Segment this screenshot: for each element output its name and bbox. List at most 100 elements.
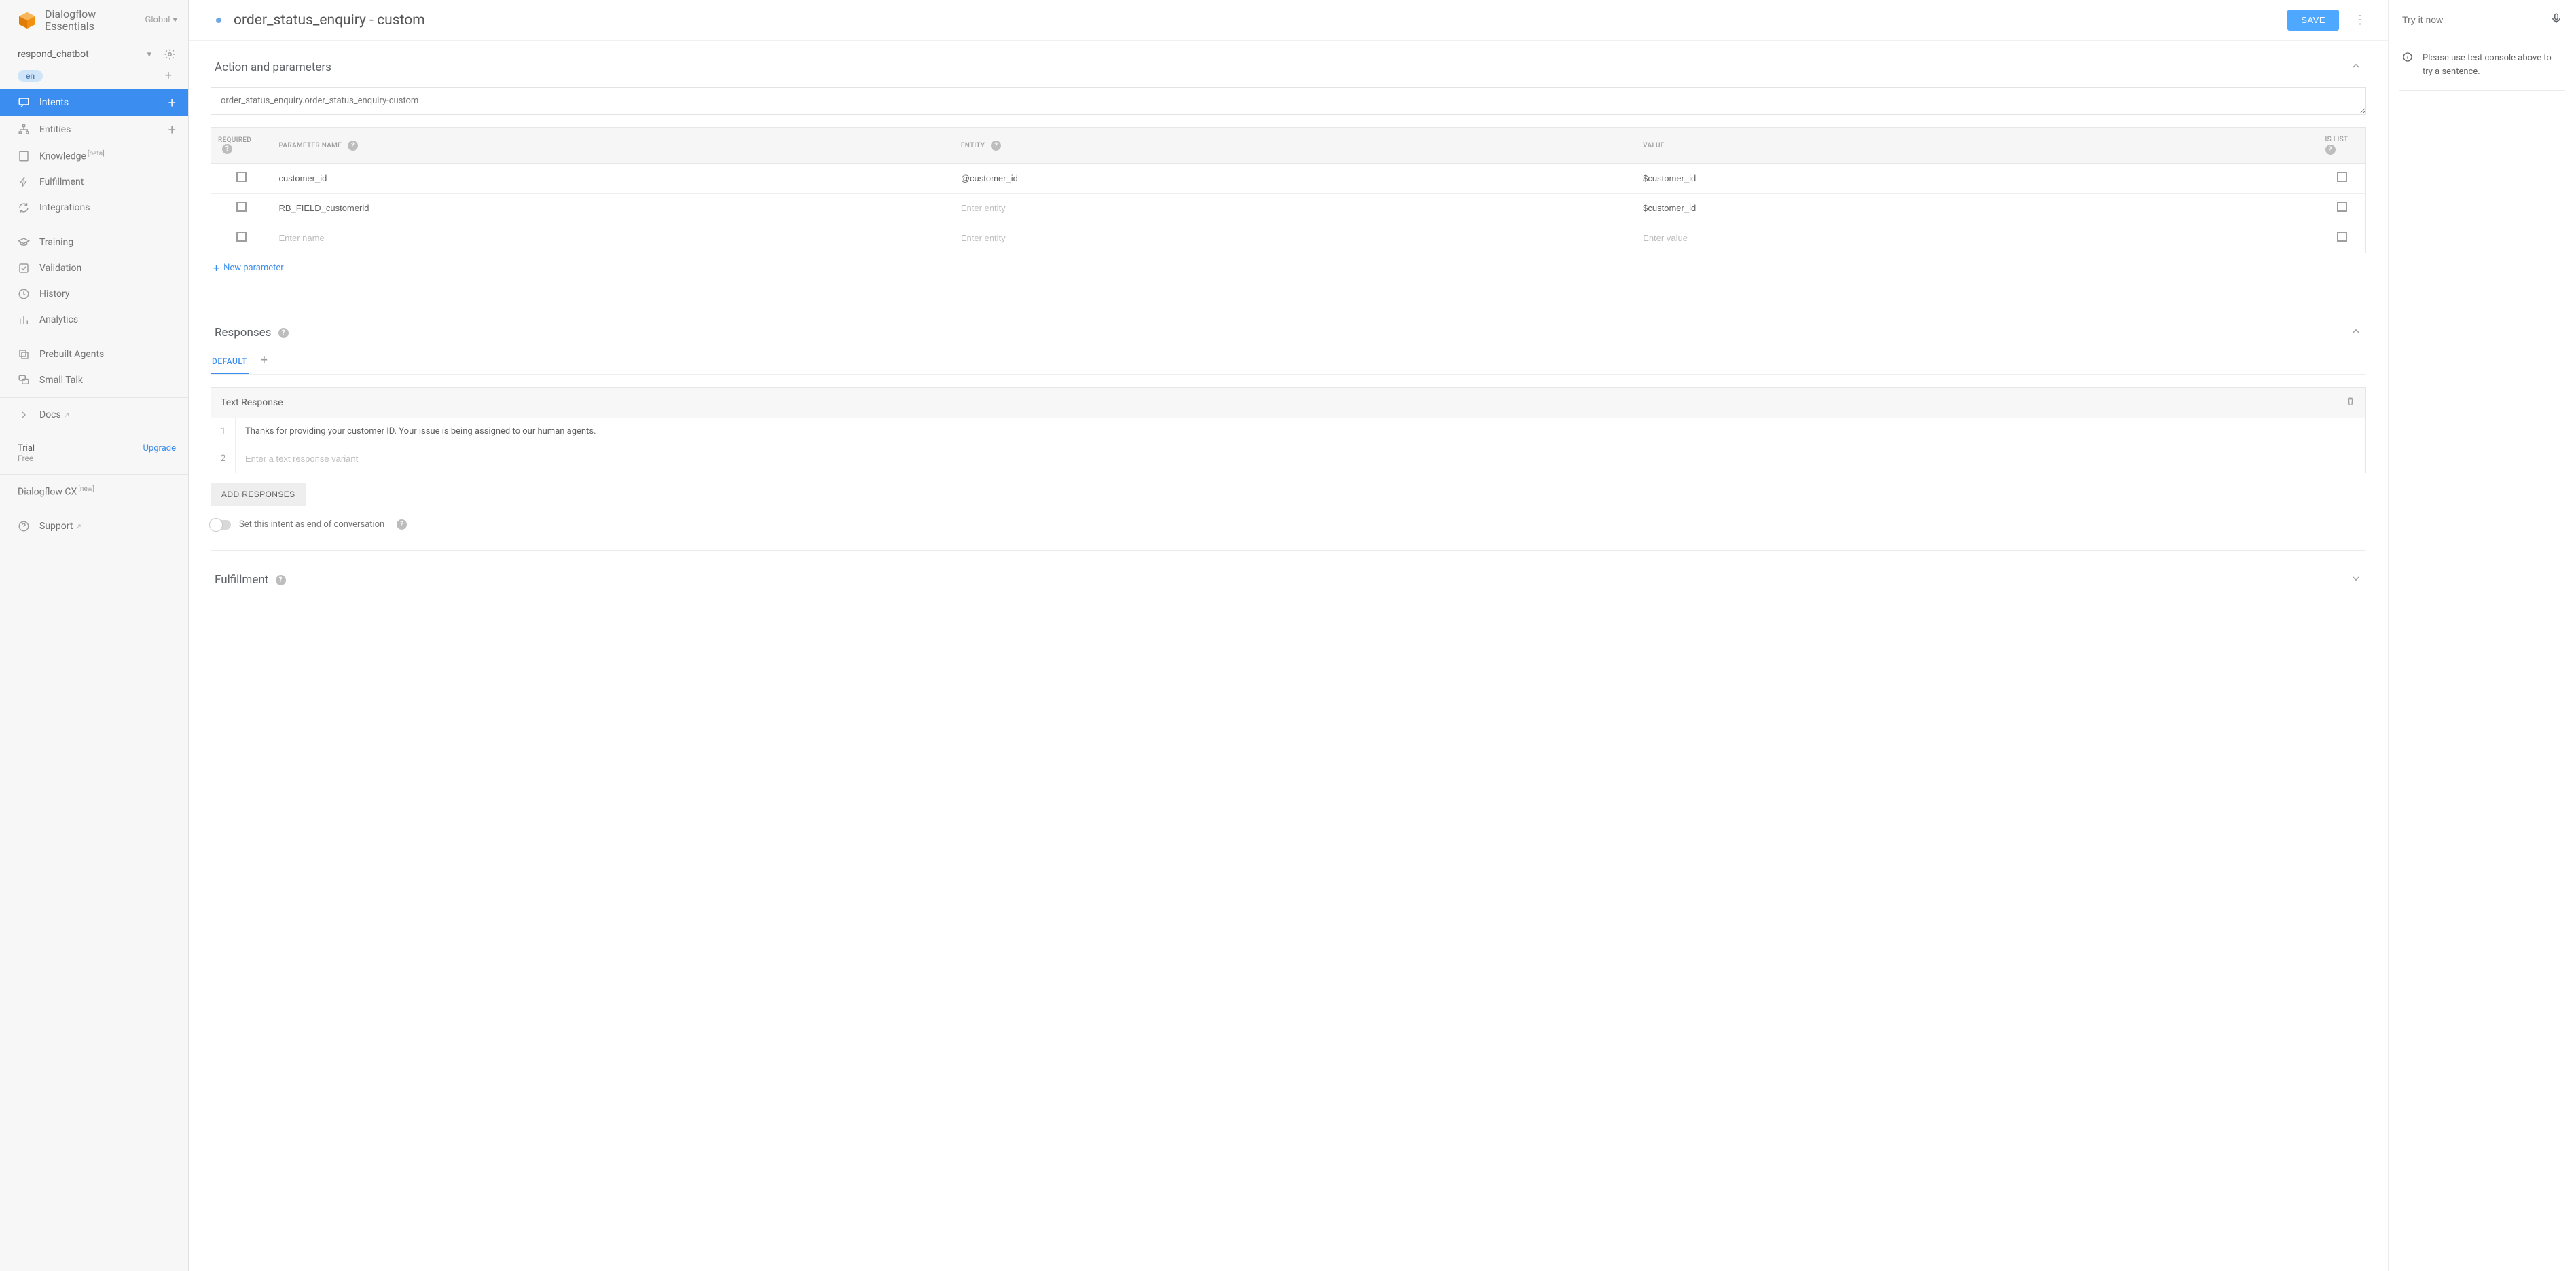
islist-checkbox[interactable] (2337, 172, 2347, 182)
col-parameter-name: PARAMETER NAME (279, 142, 342, 149)
sidebar-item-analytics[interactable]: Analytics (0, 307, 188, 333)
chat-bubbles-icon (18, 374, 30, 386)
sidebar-item-label: Support ↗ (39, 521, 176, 532)
check-badge-icon (18, 262, 30, 274)
try-it-input[interactable] (2402, 14, 2550, 25)
sidebar-item-intents[interactable]: Intents + (0, 89, 188, 116)
parameters-table: REQUIRED ? PARAMETER NAME ? ENTITY ? VAL… (211, 127, 2366, 253)
gear-icon[interactable] (164, 48, 176, 60)
section-header-responses[interactable]: Responses ? (211, 320, 2366, 346)
help-icon[interactable]: ? (276, 575, 286, 585)
region-selector[interactable]: Global ▾ (145, 15, 178, 25)
brand-line1: Dialogflow (45, 8, 96, 20)
param-value-input[interactable] (1643, 173, 2311, 183)
upgrade-link[interactable]: Upgrade (143, 443, 176, 454)
param-value-input[interactable] (1643, 203, 2311, 213)
save-button[interactable]: SAVE (2287, 10, 2339, 31)
agent-name[interactable]: respond_chatbot (18, 49, 141, 60)
sidebar-item-knowledge[interactable]: Knowledge[beta] (0, 143, 188, 169)
param-name-input[interactable] (279, 203, 947, 213)
param-entity-input[interactable] (961, 173, 1629, 183)
response-text-input[interactable] (245, 454, 2356, 464)
section-header-fulfillment[interactable]: Fulfillment ? (211, 567, 2366, 593)
sidebar-item-training[interactable]: Training (0, 229, 188, 255)
section-title: Action and parameters (215, 60, 331, 74)
sidebar-item-history[interactable]: History (0, 281, 188, 307)
caret-down-icon: ▾ (173, 15, 177, 25)
tab-default[interactable]: DEFAULT (211, 350, 249, 374)
chevron-up-icon[interactable] (2350, 60, 2362, 75)
chevron-up-icon[interactable] (2350, 325, 2362, 340)
text-response-title: Text Response (221, 397, 283, 408)
page-title: order_status_enquiry - custom (234, 12, 2275, 29)
language-pill[interactable]: en (18, 70, 43, 82)
sidebar-item-docs[interactable]: Docs ↗ (0, 402, 188, 428)
sidebar-item-validation[interactable]: Validation (0, 255, 188, 281)
bar-chart-icon (18, 314, 30, 326)
sidebar-item-integrations[interactable]: Integrations (0, 195, 188, 221)
response-text[interactable]: Thanks for providing your customer ID. Y… (245, 426, 596, 437)
try-it-message: Please use test console above to try a s… (2389, 39, 2576, 90)
sidebar-item-label: Dialogflow CX[new] (18, 485, 176, 498)
row-number: 1 (211, 418, 236, 445)
sidebar-item-label: Analytics (39, 314, 176, 325)
sidebar-item-label: Prebuilt Agents (39, 349, 176, 360)
sidebar-item-label: Docs ↗ (39, 409, 176, 420)
sidebar-item-label: Fulfillment (39, 177, 176, 187)
help-icon[interactable]: ? (397, 519, 407, 530)
sidebar-item-label: Knowledge[beta] (39, 150, 176, 162)
help-icon[interactable]: ? (348, 141, 358, 151)
end-of-conversation-toggle[interactable] (211, 520, 231, 530)
microphone-icon[interactable] (2550, 12, 2562, 27)
new-parameter-button[interactable]: + New parameter (211, 253, 287, 282)
col-entity: ENTITY (961, 142, 985, 149)
text-response-header: Text Response (211, 388, 2365, 418)
add-language-button[interactable]: + (161, 70, 176, 82)
islist-checkbox[interactable] (2337, 232, 2347, 242)
col-is-list: IS LIST (2325, 136, 2348, 143)
help-icon[interactable]: ? (991, 141, 1001, 151)
param-entity-input[interactable] (961, 233, 1629, 243)
info-icon (2402, 52, 2413, 78)
more-options-icon[interactable]: ⋮ (2351, 13, 2369, 27)
sidebar-item-dialogflow-cx[interactable]: Dialogflow CX[new] (0, 479, 188, 504)
trial-info: Trial Free (18, 443, 35, 463)
sidebar-item-fulfillment[interactable]: Fulfillment (0, 169, 188, 195)
help-icon[interactable]: ? (2325, 145, 2336, 155)
sidebar-item-entities[interactable]: Entities + (0, 116, 188, 143)
add-intent-button[interactable]: + (168, 96, 176, 109)
sidebar-item-label: History (39, 289, 176, 299)
main-header: order_status_enquiry - custom SAVE ⋮ (189, 0, 2388, 41)
required-checkbox[interactable] (236, 172, 247, 182)
graduation-icon (18, 236, 30, 248)
sidebar-item-prebuilt-agents[interactable]: Prebuilt Agents (0, 342, 188, 367)
agent-caret-down-icon[interactable]: ▾ (147, 50, 151, 60)
sidebar-item-label: Integrations (39, 202, 176, 213)
external-link-icon: ↗ (75, 522, 81, 531)
param-entity-input[interactable] (961, 203, 1629, 213)
add-responses-button[interactable]: ADD RESPONSES (211, 483, 306, 506)
delete-response-icon[interactable] (2345, 396, 2356, 409)
help-icon[interactable]: ? (222, 144, 232, 154)
param-name-input[interactable] (279, 233, 947, 243)
parameter-row (211, 164, 2366, 194)
add-entity-button[interactable]: + (168, 123, 176, 136)
param-value-input[interactable] (1643, 233, 2311, 243)
help-icon[interactable]: ? (278, 328, 289, 338)
col-value: VALUE (1643, 142, 1665, 149)
required-checkbox[interactable] (236, 202, 247, 212)
section-header-action-parameters[interactable]: Action and parameters (211, 54, 2366, 80)
sidebar-item-label: Validation (39, 263, 176, 274)
param-name-input[interactable] (279, 173, 947, 183)
islist-checkbox[interactable] (2337, 202, 2347, 212)
add-response-tab-button[interactable]: + (261, 353, 268, 371)
required-checkbox[interactable] (236, 232, 247, 242)
section-title: Responses ? (215, 326, 289, 339)
sitemap-icon (18, 124, 30, 136)
sidebar-item-support[interactable]: Support ↗ (0, 513, 188, 539)
action-name-input[interactable] (211, 87, 2366, 115)
chevron-down-icon[interactable] (2350, 572, 2362, 587)
sidebar-item-small-talk[interactable]: Small Talk (0, 367, 188, 393)
sidebar: Dialogflow Essentials Global ▾ respond_c… (0, 0, 189, 1271)
brand-row: Dialogflow Essentials Global ▾ (0, 0, 188, 44)
